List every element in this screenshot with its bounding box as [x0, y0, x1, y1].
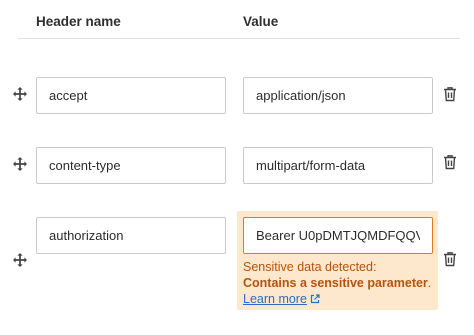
drag-handle-icon[interactable] [13, 87, 27, 101]
header-name-column-title: Header name [36, 14, 121, 29]
warning-emphasis: Contains a sensitive parameter [243, 276, 428, 290]
learn-more-label: Learn more [243, 292, 307, 306]
learn-more-link[interactable]: Learn more [243, 292, 320, 306]
header-value-input[interactable] [243, 77, 433, 114]
external-link-icon [310, 294, 320, 304]
warning-prefix: Sensitive data detected: [243, 260, 377, 274]
header-name-input[interactable] [36, 77, 226, 114]
header-divider [18, 38, 460, 39]
header-value-input[interactable] [243, 147, 433, 184]
warning-suffix: . [427, 276, 432, 290]
header-name-input[interactable] [36, 147, 226, 184]
value-column-title: Value [243, 14, 279, 29]
trash-icon[interactable] [443, 251, 457, 267]
trash-icon[interactable] [443, 154, 457, 170]
drag-handle-icon[interactable] [13, 253, 27, 267]
drag-handle-icon[interactable] [13, 157, 27, 171]
sensitive-data-message: Sensitive data detected: Contains a sens… [243, 259, 433, 291]
trash-icon[interactable] [443, 86, 457, 102]
header-value-input[interactable] [243, 217, 433, 254]
header-name-input[interactable] [36, 217, 226, 254]
